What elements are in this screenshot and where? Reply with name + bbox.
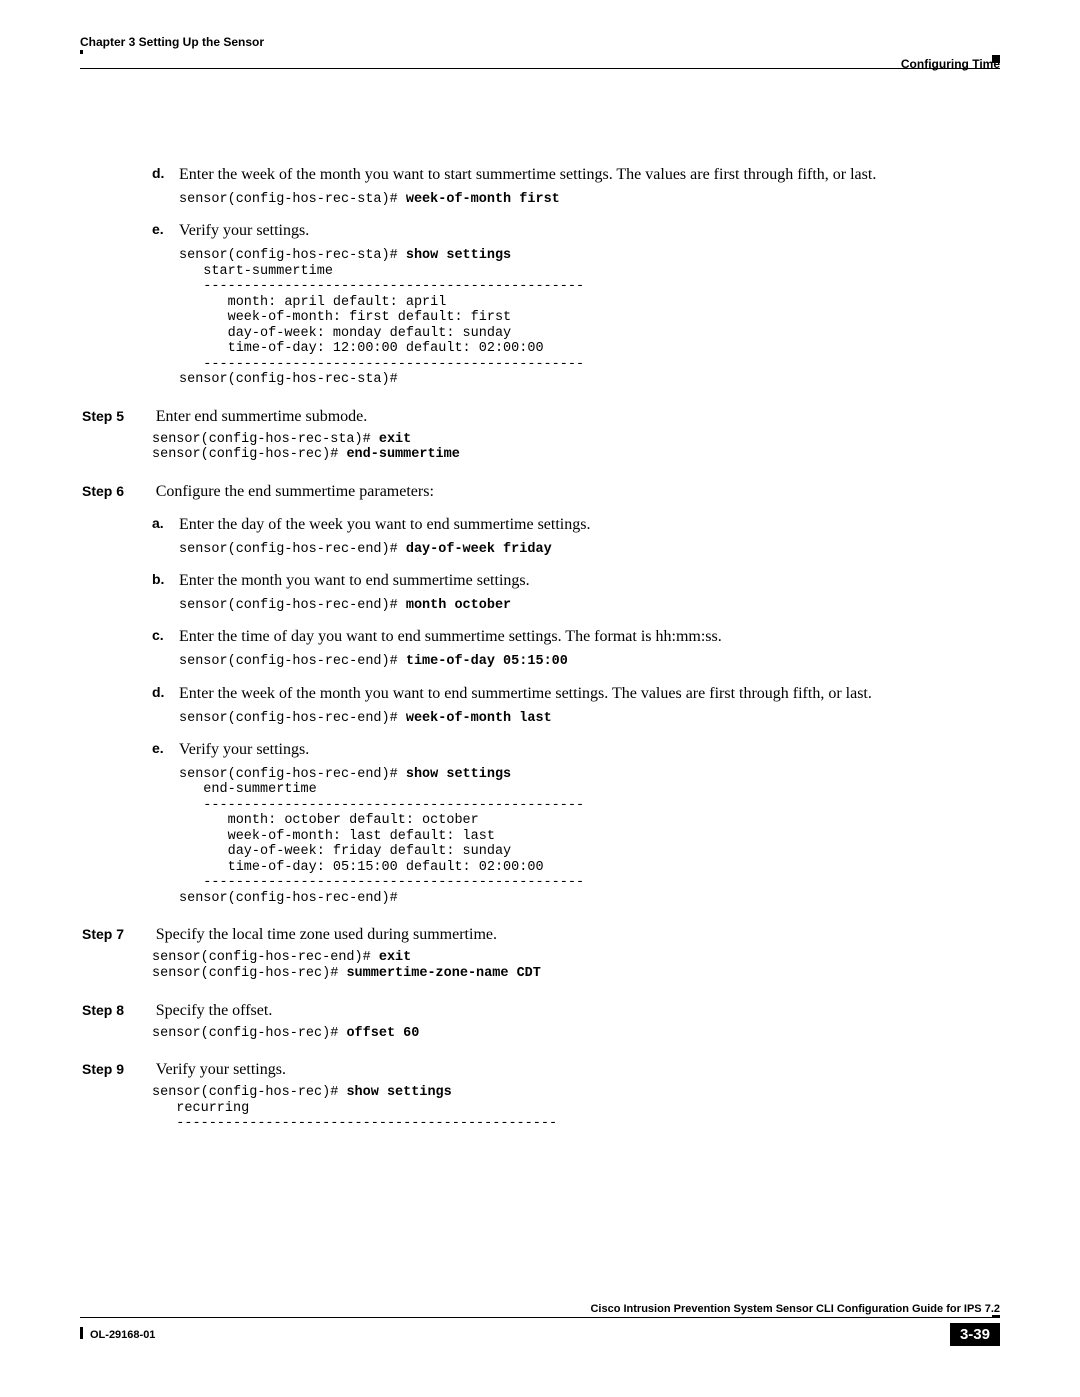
footer-rule bbox=[80, 1317, 1000, 1318]
substep-e: e. Verify your settings. sensor(config-h… bbox=[179, 221, 1000, 387]
content: d. Enter the week of the month you want … bbox=[152, 165, 1000, 1132]
page-number: 3-39 bbox=[950, 1323, 1000, 1346]
substep-text: Enter the month you want to end summerti… bbox=[179, 571, 1000, 592]
page: Chapter 3 Setting Up the Sensor Configur… bbox=[0, 0, 1080, 1397]
step-label: Step 8 bbox=[82, 1002, 152, 1018]
substep-text: Enter the week of the month you want to … bbox=[179, 165, 1000, 186]
substep-label-b: b. bbox=[152, 571, 164, 587]
chapter-title: Chapter 3 Setting Up the Sensor bbox=[80, 35, 264, 49]
step-label: Step 7 bbox=[82, 926, 152, 942]
step-label: Step 9 bbox=[82, 1061, 152, 1077]
step-text: Configure the end summertime parameters: bbox=[156, 483, 434, 500]
substep-label-e: e. bbox=[152, 221, 164, 237]
step-5: Step 5 Enter end summertime submode. sen… bbox=[152, 408, 1000, 463]
footer-marker-left bbox=[80, 1327, 83, 1339]
header-rule bbox=[80, 68, 1000, 69]
code-block: sensor(config-hos-rec-sta)# show setting… bbox=[179, 248, 1000, 388]
step-text: Verify your settings. bbox=[156, 1061, 286, 1078]
step-7: Step 7 Specify the local time zone used … bbox=[152, 926, 1000, 981]
step-label: Step 5 bbox=[82, 408, 152, 424]
step-9: Step 9 Verify your settings. sensor(conf… bbox=[152, 1061, 1000, 1132]
substep-6e: e. Verify your settings. sensor(config-h… bbox=[179, 740, 1000, 906]
code-block: sensor(config-hos-rec-end)# exit sensor(… bbox=[152, 950, 1000, 981]
step-label: Step 6 bbox=[82, 483, 152, 499]
code-block: sensor(config-hos-rec-sta)# week-of-mont… bbox=[179, 192, 1000, 208]
page-header: Chapter 3 Setting Up the Sensor Configur… bbox=[80, 35, 1000, 85]
substep-text: Verify your settings. bbox=[179, 221, 1000, 242]
substep-text: Enter the time of day you want to end su… bbox=[179, 627, 1000, 648]
code-block: sensor(config-hos-rec)# show settings re… bbox=[152, 1085, 1000, 1132]
substep-label-d: d. bbox=[152, 684, 164, 700]
page-footer: Cisco Intrusion Prevention System Sensor… bbox=[80, 1317, 1000, 1357]
step-text: Specify the offset. bbox=[156, 1002, 273, 1019]
substep-6d: d. Enter the week of the month you want … bbox=[179, 684, 1000, 726]
substep-text: Verify your settings. bbox=[179, 740, 1000, 761]
footer-doc-title: Cisco Intrusion Prevention System Sensor… bbox=[586, 1303, 1000, 1315]
code-block: sensor(config-hos-rec-sta)# exit sensor(… bbox=[152, 432, 1000, 463]
step-text: Enter end summertime submode. bbox=[156, 408, 368, 425]
substep-d: d. Enter the week of the month you want … bbox=[179, 165, 1000, 207]
header-marker-left bbox=[80, 50, 83, 54]
code-block: sensor(config-hos-rec)# offset 60 bbox=[152, 1026, 1000, 1042]
code-block: sensor(config-hos-rec-end)# show setting… bbox=[179, 767, 1000, 907]
substep-6a: a. Enter the day of the week you want to… bbox=[179, 515, 1000, 557]
step-6: Step 6 Configure the end summertime para… bbox=[152, 483, 1000, 907]
substep-label-c: c. bbox=[152, 627, 164, 643]
substep-text: Enter the day of the week you want to en… bbox=[179, 515, 1000, 536]
step-8: Step 8 Specify the offset. sensor(config… bbox=[152, 1002, 1000, 1042]
substep-text: Enter the week of the month you want to … bbox=[179, 684, 1000, 705]
substep-label-d: d. bbox=[152, 165, 164, 181]
code-block: sensor(config-hos-rec-end)# time-of-day … bbox=[179, 654, 1000, 670]
footer-doc-id: OL-29168-01 bbox=[90, 1329, 155, 1341]
code-block: sensor(config-hos-rec-end)# week-of-mont… bbox=[179, 711, 1000, 727]
step-text: Specify the local time zone used during … bbox=[156, 926, 497, 943]
substep-label-a: a. bbox=[152, 515, 164, 531]
code-block: sensor(config-hos-rec-end)# day-of-week … bbox=[179, 542, 1000, 558]
substep-6c: c. Enter the time of day you want to end… bbox=[179, 627, 1000, 669]
substep-6b: b. Enter the month you want to end summe… bbox=[179, 571, 1000, 613]
substep-label-e: e. bbox=[152, 740, 164, 756]
code-block: sensor(config-hos-rec-end)# month octobe… bbox=[179, 598, 1000, 614]
